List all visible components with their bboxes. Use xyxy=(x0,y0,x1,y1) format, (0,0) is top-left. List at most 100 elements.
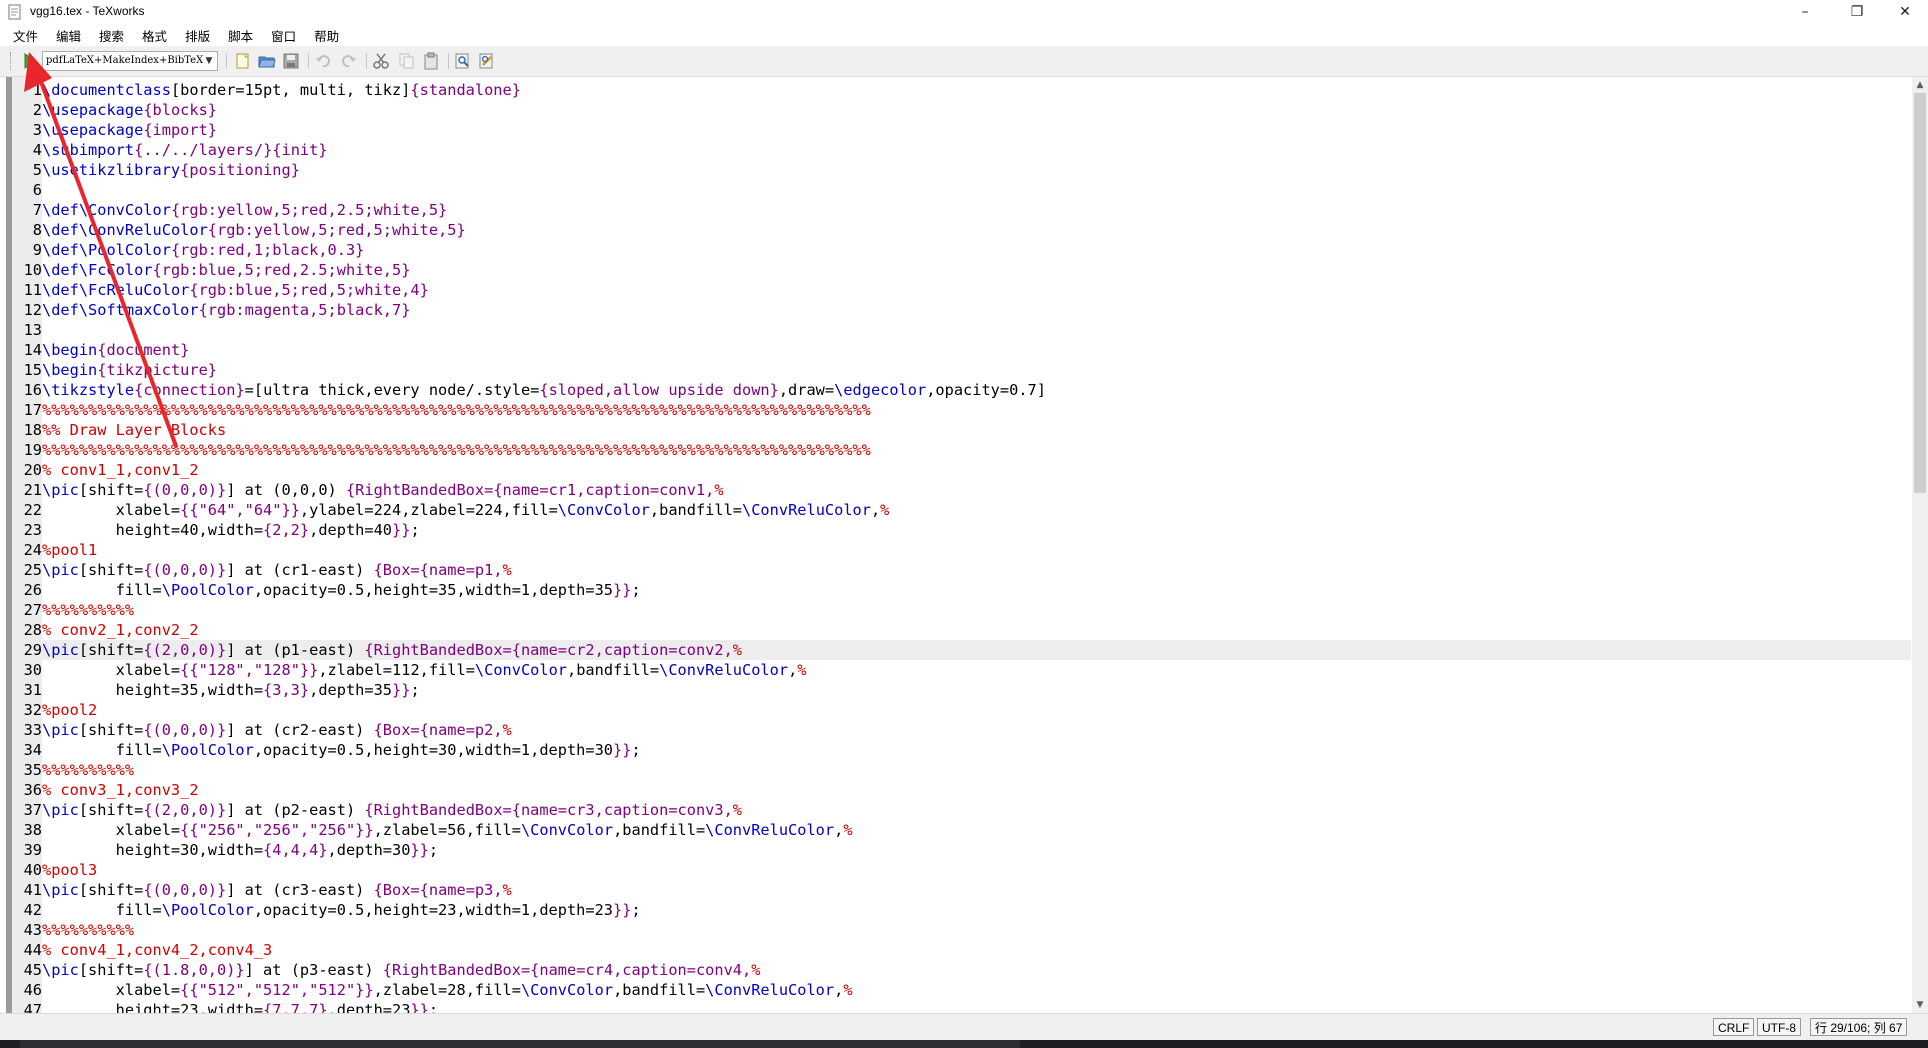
line-number: 10 xyxy=(23,261,42,279)
find-icon[interactable] xyxy=(454,52,472,70)
code-line[interactable]: xlabel={{"128","128"}},zlabel=112,fill=\… xyxy=(42,660,807,680)
code-line[interactable]: \usetikzlibrary{positioning} xyxy=(42,160,300,180)
scroll-up-icon[interactable]: ▲ xyxy=(1912,77,1928,93)
code-line[interactable]: \usepackage{import} xyxy=(42,120,217,140)
code-line[interactable]: \pic[shift={(2,0,0)}] at (p2-east) {Righ… xyxy=(42,800,742,820)
scrollbar-thumb[interactable] xyxy=(1914,93,1926,493)
code-line[interactable]: \documentclass[border=15pt, multi, tikz]… xyxy=(42,80,521,100)
line-number: 31 xyxy=(23,681,42,699)
line-number-gutter: 1 2 3 4 5 6 7 8 9 10 11 12 13 14 15 16 17 18 19 20 21 22 23 24 2… xyxy=(12,77,42,1013)
code-line[interactable]: %pool2 xyxy=(42,700,97,720)
code-line[interactable]: \subimport{../../layers/}{init} xyxy=(42,140,328,160)
line-number: 45 xyxy=(23,961,42,979)
taskbar-edge xyxy=(0,1040,1928,1048)
menu-edit[interactable]: 编辑 xyxy=(56,26,81,45)
code-line[interactable]: \pic[shift={(1.8,0,0)}] at (p3-east) {Ri… xyxy=(42,960,760,980)
code-line[interactable]: \def\SoftmaxColor{rgb:magenta,5;black,7} xyxy=(42,300,410,320)
code-line[interactable]: xlabel={{"512","512","512"}},zlabel=28,f… xyxy=(42,980,853,1000)
cursor-position-indicator[interactable]: 行 29/106; 列 67 xyxy=(1810,1018,1908,1036)
code-line[interactable]: %%%%%%%%%% xyxy=(42,600,134,620)
taskbar-strip xyxy=(20,1040,1020,1048)
code-line[interactable]: \pic[shift={(0,0,0)}] at (cr1-east) {Box… xyxy=(42,560,512,580)
code-line[interactable]: fill=\PoolColor,opacity=0.5,height=23,wi… xyxy=(42,900,641,920)
cut-icon[interactable] xyxy=(372,52,390,70)
line-number: 38 xyxy=(23,821,42,839)
code-line[interactable]: \def\FcColor{rgb:blue,5;red,2.5;white,5} xyxy=(42,260,410,280)
menu-typeset[interactable]: 排版 xyxy=(185,26,210,45)
typeset-engine-select[interactable]: pdfLaTeX+MakeIndex+BibTeX ▼ xyxy=(42,51,218,71)
menu-format[interactable]: 格式 xyxy=(142,26,167,45)
line-number: 22 xyxy=(23,501,42,519)
toolbar-separator xyxy=(308,53,309,69)
toolbar: pdfLaTeX+MakeIndex+BibTeX ▼ xyxy=(0,46,1928,77)
minimize-button[interactable]: – xyxy=(1782,0,1828,24)
code-line[interactable]: xlabel={{"64","64"}},ylabel=224,zlabel=2… xyxy=(42,500,890,520)
code-line[interactable]: % conv4_1,conv4_2,conv4_3 xyxy=(42,940,272,960)
code-line[interactable]: \begin{document} xyxy=(42,340,189,360)
toolbar-grip[interactable] xyxy=(10,52,14,70)
code-line[interactable]: %%%%%%%%%% xyxy=(42,760,134,780)
line-number: 18 xyxy=(23,421,42,439)
code-line[interactable]: %% Draw Layer Blocks xyxy=(42,420,226,440)
code-line[interactable]: fill=\PoolColor,opacity=0.5,height=30,wi… xyxy=(42,740,641,760)
code-line[interactable]: \pic[shift={(0,0,0)}] at (cr3-east) {Box… xyxy=(42,880,512,900)
window-title: vgg16.tex - TeXworks xyxy=(30,4,145,18)
code-line[interactable]: %%%%%%%%%%%%%%%%%%%%%%%%%%%%%%%%%%%%%%%%… xyxy=(42,440,871,460)
vertical-scrollbar[interactable]: ▲ ▼ xyxy=(1912,77,1928,1013)
undo-icon[interactable] xyxy=(314,52,332,70)
code-line[interactable]: \def\ConvReluColor{rgb:yellow,5;red,5;wh… xyxy=(42,220,466,240)
code-line[interactable]: \pic[shift={(0,0,0)}] at (cr2-east) {Box… xyxy=(42,720,512,740)
code-line[interactable]: \usepackage{blocks} xyxy=(42,100,217,120)
new-document-icon[interactable] xyxy=(234,52,252,70)
code-line[interactable]: height=40,width={2,2},depth=40}}; xyxy=(42,520,420,540)
code-editor[interactable]: 1 2 3 4 5 6 7 8 9 10 11 12 13 14 15 16 17 18 19 20 21 22 23 24 2… xyxy=(0,77,1928,1013)
encoding-indicator[interactable]: UTF-8 xyxy=(1757,1018,1801,1036)
code-line[interactable]: %pool3 xyxy=(42,860,97,880)
line-number: 4 xyxy=(32,141,42,159)
copy-icon[interactable] xyxy=(398,52,416,70)
code-line[interactable]: %%%%%%%%%% xyxy=(42,920,134,940)
close-button[interactable]: ✕ xyxy=(1882,0,1928,24)
menu-window[interactable]: 窗口 xyxy=(271,26,296,45)
code-line[interactable]: % conv1_1,conv1_2 xyxy=(42,460,199,480)
code-line[interactable]: \tikzstyle{connection}=[ultra thick,ever… xyxy=(42,380,1046,400)
code-line[interactable]: %%%%%%%%%%%%%%%%%%%%%%%%%%%%%%%%%%%%%%%%… xyxy=(42,400,871,420)
scroll-down-icon[interactable]: ▼ xyxy=(1912,997,1928,1013)
menu-help[interactable]: 帮助 xyxy=(314,26,339,45)
title-bar: vgg16.tex - TeXworks – ❐ ✕ xyxy=(0,0,1928,24)
code-line[interactable]: %pool1 xyxy=(42,540,97,560)
line-number: 7 xyxy=(32,201,42,219)
code-line[interactable]: \pic[shift={(0,0,0)}] at (0,0,0) {RightB… xyxy=(42,480,724,500)
line-number: 14 xyxy=(23,341,42,359)
line-number: 34 xyxy=(23,741,42,759)
code-line[interactable]: \begin{tikzpicture} xyxy=(42,360,217,380)
code-line[interactable]: \def\PoolColor{rgb:red,1;black,0.3} xyxy=(42,240,364,260)
paste-icon[interactable] xyxy=(422,52,440,70)
redo-icon[interactable] xyxy=(340,52,358,70)
code-line[interactable]: % conv3_1,conv3_2 xyxy=(42,780,199,800)
code-text-area[interactable]: \documentclass[border=15pt, multi, tikz]… xyxy=(42,77,1912,1013)
code-line[interactable]: height=35,width={3,3},depth=35}}; xyxy=(42,680,420,700)
code-line[interactable]: height=30,width={4,4,4},depth=30}}; xyxy=(42,840,438,860)
save-icon[interactable] xyxy=(282,52,300,70)
toolbar-separator xyxy=(366,53,367,69)
restore-button[interactable]: ❐ xyxy=(1834,0,1880,24)
line-number: 5 xyxy=(32,161,42,179)
menu-search[interactable]: 搜索 xyxy=(99,26,124,45)
code-line[interactable]: \def\ConvColor{rgb:yellow,5;red,2.5;whit… xyxy=(42,200,447,220)
menu-scripts[interactable]: 脚本 xyxy=(228,26,253,45)
code-line[interactable]: \pic[shift={(2,0,0)}] at (p1-east) {Righ… xyxy=(42,640,742,660)
code-line[interactable]: \def\FcReluColor{rgb:blue,5;red,5;white,… xyxy=(42,280,429,300)
line-number: 15 xyxy=(23,361,42,379)
menu-file[interactable]: 文件 xyxy=(13,26,38,45)
code-line[interactable]: % conv2_1,conv2_2 xyxy=(42,620,199,640)
line-number: 46 xyxy=(23,981,42,999)
code-line[interactable]: height=23,width={7,7,7},depth=23}}; xyxy=(42,1000,438,1013)
line-number: 2 xyxy=(32,101,42,119)
line-ending-indicator[interactable]: CRLF xyxy=(1713,1018,1755,1036)
code-line[interactable]: xlabel={{"256","256","256"}},zlabel=56,f… xyxy=(42,820,853,840)
typeset-icon[interactable] xyxy=(20,51,40,71)
code-line[interactable]: fill=\PoolColor,opacity=0.5,height=35,wi… xyxy=(42,580,641,600)
open-folder-icon[interactable] xyxy=(258,52,276,70)
replace-icon[interactable] xyxy=(478,52,496,70)
